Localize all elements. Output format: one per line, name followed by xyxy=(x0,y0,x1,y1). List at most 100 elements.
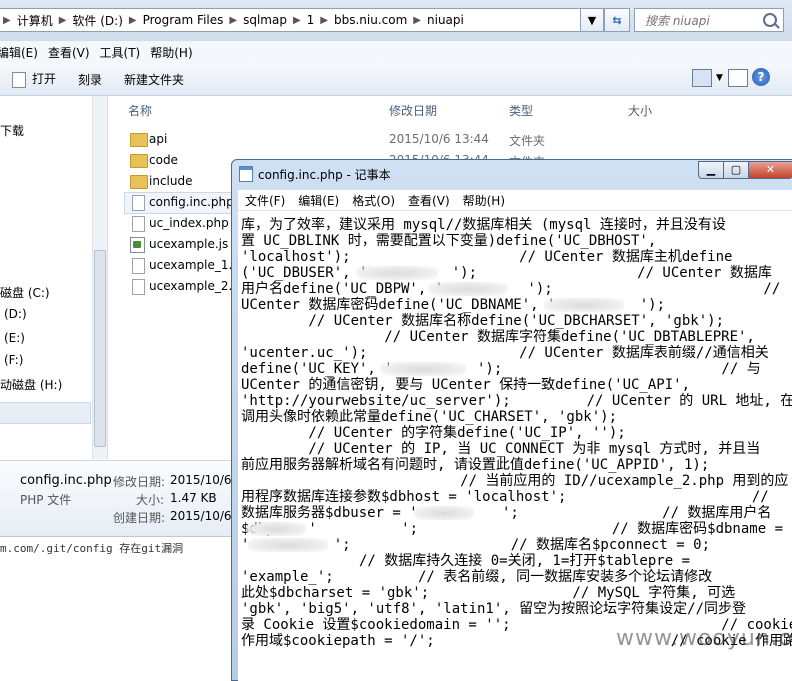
file-item-code[interactable]: code xyxy=(149,153,178,167)
file-item-ucexample-js[interactable]: ucexample.js xyxy=(149,237,228,251)
redaction-blur xyxy=(380,362,466,376)
menu-help[interactable]: 帮助(H) xyxy=(456,192,511,209)
redaction-blur xyxy=(544,298,624,312)
nav-item-drive-h[interactable]: 动磁盘 (H:) xyxy=(0,376,62,393)
text-line: 调用头像时依赖此常量define('UC_CHARSET', 'gbk'); xyxy=(241,409,618,425)
file-list-header: 名称 修改日期 类型 大小 xyxy=(108,96,792,122)
folder-icon xyxy=(130,175,148,189)
nav-item-drive-d[interactable]: (D:) xyxy=(4,307,27,321)
text-line: // UCenter 数据库字符集define('UC_DBTABLEPRE', xyxy=(241,329,755,345)
column-name[interactable]: 名称 xyxy=(128,102,152,119)
maximize-button[interactable]: ▢ xyxy=(723,161,749,179)
details-modified-value: 2015/10/6 xyxy=(170,473,232,487)
nav-item-drive-c[interactable]: 磁盘 (C:) xyxy=(0,284,50,301)
text-line: 置 UC_DBLINK 时，需要配置以下变量)define('UC_DBHOST… xyxy=(241,233,657,249)
new-folder-label: 新建文件夹 xyxy=(124,72,185,87)
notepad-text-area[interactable]: 库，为了效率，建议采用 mysql//数据库相关 (mysql 连接时，并且没有… xyxy=(238,211,792,681)
view-options-icon[interactable] xyxy=(692,69,712,87)
nav-item-downloads[interactable]: 下载 xyxy=(0,122,24,139)
column-size[interactable]: 大小 xyxy=(628,102,652,119)
open-button[interactable]: 打开 xyxy=(6,66,62,92)
address-bar[interactable]: ▶ 计算机 ▶ 软件 (D:) ▶ Program Files ▶ sqlmap… xyxy=(0,8,600,32)
column-modified[interactable]: 修改日期 xyxy=(389,102,437,119)
document-icon xyxy=(132,216,145,232)
text-line: 数据库服务器$dbuser = ' '; // 数据库用户名 xyxy=(241,505,772,521)
chevron-right-icon[interactable]: ▶ xyxy=(317,15,331,26)
file-item-config-inc-php[interactable]: config.inc.php xyxy=(149,195,234,209)
file-date: 2015/10/6 13:44 xyxy=(389,132,489,146)
menu-view[interactable]: 查看(V) xyxy=(43,44,95,61)
chevron-down-icon[interactable]: ▼ xyxy=(716,73,723,83)
nav-selection-highlight xyxy=(0,402,91,424)
menu-file[interactable]: 文件(F) xyxy=(238,192,291,209)
text-line: 'http://yourwebsite/uc_server'); // UCen… xyxy=(241,393,792,409)
new-folder-button[interactable]: 新建文件夹 xyxy=(118,67,190,92)
burn-button[interactable]: 刻录 xyxy=(72,67,108,92)
search-input[interactable] xyxy=(643,10,767,32)
file-item-uc-index-php[interactable]: uc_index.php xyxy=(149,216,229,230)
text-line: 此处$dbcharset = 'gbk'; // MySQL 字符集, 可选 xyxy=(241,585,736,601)
folder-icon xyxy=(130,154,148,168)
column-type[interactable]: 类型 xyxy=(509,102,533,119)
watermark: www.wooyun.org xyxy=(616,626,792,651)
breadcrumb-niuapi[interactable]: niuapi xyxy=(424,13,467,27)
breadcrumb-bbs[interactable]: bbs.niu.com xyxy=(331,13,410,27)
text-line: // UCenter 数据库名称define('UC_DBCHARSET', '… xyxy=(241,313,725,329)
chevron-right-icon[interactable]: ▶ xyxy=(290,15,304,26)
breadcrumb-drive-d[interactable]: 软件 (D:) xyxy=(69,12,125,29)
details-size-value: 1.47 KB xyxy=(170,491,217,505)
close-icon: ✕ xyxy=(765,163,776,176)
text-line: 'example_'; // 表名前缀, 同一数据库安装多个论坛请修改 xyxy=(241,569,713,585)
menu-edit[interactable]: 编辑(E) xyxy=(0,44,43,61)
chevron-right-icon[interactable]: ▶ xyxy=(410,15,424,26)
minimize-button[interactable]: ▁ xyxy=(698,161,724,179)
burn-label: 刻录 xyxy=(78,72,103,87)
file-item-include[interactable]: include xyxy=(149,174,192,188)
refresh-icon: ⇆ xyxy=(612,13,622,27)
menu-help[interactable]: 帮助(H) xyxy=(145,44,197,61)
details-modified-label: 修改日期: xyxy=(113,475,166,489)
details-pane: config.inc.php PHP 文件 修改日期: 2015/10/6 大小… xyxy=(0,460,232,537)
refresh-button[interactable]: ⇆ xyxy=(604,8,630,32)
details-created-label: 创建日期: xyxy=(113,511,166,525)
nav-scrollbar-thumb[interactable] xyxy=(94,250,106,447)
text-line: ('UC_DBUSER', ' '); // UCenter 数据库 xyxy=(241,265,772,281)
help-icon[interactable]: ? xyxy=(752,68,770,86)
menu-edit[interactable]: 编辑(E) xyxy=(291,192,345,209)
notepad-title: config.inc.php - 记事本 xyxy=(258,168,391,182)
text-line: // UCenter 的字符集define('UC_IP', ''); xyxy=(241,425,626,441)
breadcrumb-1[interactable]: 1 xyxy=(304,13,318,27)
redaction-blur xyxy=(246,522,306,536)
text-line: 用程序数据库连接参数$dbhost = 'localhost'; // xyxy=(241,489,769,505)
chevron-right-icon[interactable]: ▶ xyxy=(126,15,140,26)
nav-item-drive-f[interactable]: (F:) xyxy=(4,353,23,367)
nav-item-drive-e[interactable]: (E:) xyxy=(4,331,25,345)
breadcrumb-program-files[interactable]: Program Files xyxy=(140,13,227,27)
address-dropdown-button[interactable]: ▼ xyxy=(580,8,604,32)
file-item-api[interactable]: api xyxy=(149,132,167,146)
minimize-icon: ▁ xyxy=(706,163,716,176)
close-button[interactable]: ✕ xyxy=(748,161,792,179)
text-line: 用户名define('UC_DBPW', ' '); // xyxy=(241,281,781,297)
text-line: 'gbk', 'big5', 'utf8', 'latin1', 留空为按照论坛… xyxy=(241,601,747,617)
menu-tools[interactable]: 工具(T) xyxy=(95,44,146,61)
preview-pane-icon[interactable] xyxy=(728,69,748,87)
chevron-right-icon[interactable]: ▶ xyxy=(56,15,70,26)
address-bar-area: ▶ 计算机 ▶ 软件 (D:) ▶ Program Files ▶ sqlmap… xyxy=(0,0,792,41)
text-line: // UCenter 的 IP, 当 UC_CONNECT 为非 mysql 方… xyxy=(241,441,761,457)
details-filetype: PHP 文件 xyxy=(20,493,72,507)
menu-view[interactable]: 查看(V) xyxy=(401,192,456,209)
notepad-window: config.inc.php - 记事本 ▁ ▢ ✕ 文件(F) 编辑(E) 格… xyxy=(231,159,792,681)
document-icon xyxy=(132,258,145,274)
chevron-down-icon: ▼ xyxy=(587,13,597,27)
details-filename: config.inc.php xyxy=(20,473,112,488)
breadcrumb-sqlmap[interactable]: sqlmap xyxy=(240,13,290,27)
background-window-text: m.com/.git/config 存在git漏洞 xyxy=(0,542,184,555)
search-box[interactable] xyxy=(634,8,784,32)
text-line: 'localhost'); // UCenter 数据库主机define xyxy=(241,249,733,265)
chevron-right-icon[interactable]: ▶ xyxy=(226,15,240,26)
explorer-menu-bar: 编辑(E) 查看(V) 工具(T) 帮助(H) xyxy=(0,41,792,64)
breadcrumb-computer[interactable]: 计算机 xyxy=(14,12,56,29)
search-icon[interactable] xyxy=(763,13,777,27)
menu-format[interactable]: 格式(O) xyxy=(345,192,401,209)
